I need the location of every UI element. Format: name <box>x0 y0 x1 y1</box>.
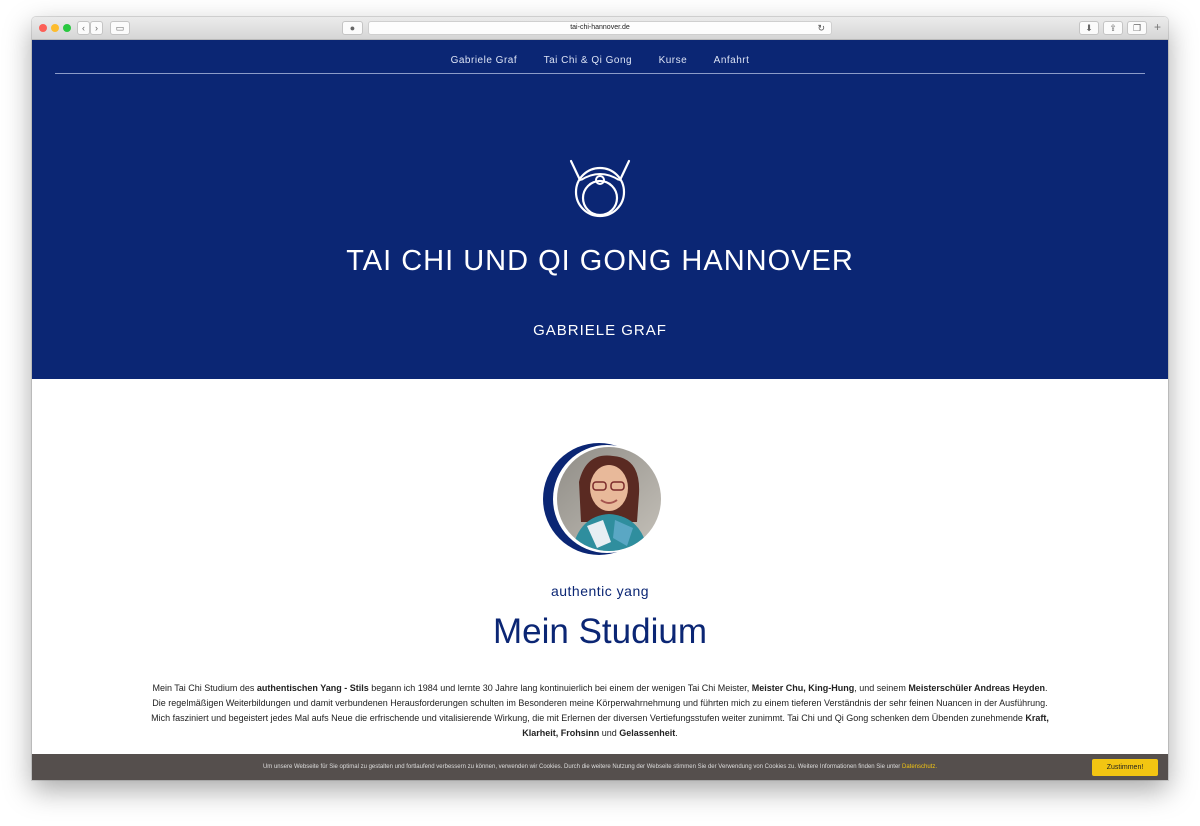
zoom-window-button[interactable] <box>63 24 71 32</box>
new-tab-icon[interactable]: + <box>1154 20 1161 34</box>
address-bar[interactable]: tai-chi-hannover.de ↻ <box>368 21 832 35</box>
paragraph-text: , und seinem <box>854 683 909 693</box>
paragraph-bold: Gelassenheit <box>619 728 676 738</box>
url-text: tai-chi-hannover.de <box>570 24 630 31</box>
sidebar-icon[interactable]: ▭ <box>110 21 130 35</box>
browser-window: ‹ › ▭ ● tai-chi-hannover.de ↻ ⬇ ⇪ ❐ + Ga… <box>32 17 1168 780</box>
main-nav: Gabriele Graf Tai Chi & Qi Gong Kurse An… <box>32 50 1168 68</box>
share-icon[interactable]: ⇪ <box>1103 21 1123 35</box>
cookie-text: Um unsere Webseite für Sie optimal zu ge… <box>32 754 1168 780</box>
nav-divider <box>55 73 1145 74</box>
section-paragraph: Mein Tai Chi Studium des authentischen Y… <box>150 681 1050 741</box>
yang-logo-icon <box>569 159 631 218</box>
paragraph-text: . <box>675 728 678 738</box>
paragraph-bold: authentischen Yang - Stils <box>256 683 369 693</box>
cookie-message: Um unsere Webseite für Sie optimal zu ge… <box>262 764 902 770</box>
avatar-portrait <box>543 443 661 555</box>
section-heading: Mein Studium <box>493 612 707 651</box>
accept-cookies-button[interactable]: Zustimmen! <box>1092 759 1158 776</box>
tabs-icon[interactable]: ❐ <box>1127 21 1147 35</box>
nav-item-tai-chi-qi-gong[interactable]: Tai Chi & Qi Gong <box>544 55 633 66</box>
section-kicker: authentic yang <box>550 583 650 599</box>
paragraph-text: begann ich 1984 und lernte 30 Jahre lang… <box>368 683 752 693</box>
site-title: TAI CHI UND QI GONG HANNOVER <box>346 245 854 277</box>
back-button[interactable]: ‹ <box>77 21 90 35</box>
privacy-link[interactable]: Datenschutz. <box>902 764 937 770</box>
hero-section: Gabriele Graf Tai Chi & Qi Gong Kurse An… <box>32 40 1168 379</box>
paragraph-bold: Meisterschüler Andreas Heyden <box>908 683 1046 693</box>
avatar <box>541 442 661 556</box>
lock-icon[interactable]: ● <box>342 21 363 35</box>
browser-toolbar: ‹ › ▭ ● tai-chi-hannover.de ↻ ⬇ ⇪ ❐ + <box>32 17 1168 40</box>
nav-item-kurse[interactable]: Kurse <box>659 55 688 66</box>
download-icon[interactable]: ⬇ <box>1079 21 1099 35</box>
reload-icon[interactable]: ↻ <box>817 22 825 34</box>
paragraph-text: und <box>599 728 620 738</box>
nav-item-anfahrt[interactable]: Anfahrt <box>714 55 750 66</box>
close-window-button[interactable] <box>39 24 47 32</box>
nav-item-gabriele-graf[interactable]: Gabriele Graf <box>451 55 518 66</box>
site-subtitle: GABRIELE GRAF <box>533 322 667 339</box>
minimize-window-button[interactable] <box>51 24 59 32</box>
cookie-banner: Um unsere Webseite für Sie optimal zu ge… <box>32 754 1168 780</box>
paragraph-bold: Meister Chu, King-Hung <box>751 683 855 693</box>
forward-button[interactable]: › <box>90 21 103 35</box>
paragraph-text: Mein Tai Chi Studium des <box>152 683 257 693</box>
